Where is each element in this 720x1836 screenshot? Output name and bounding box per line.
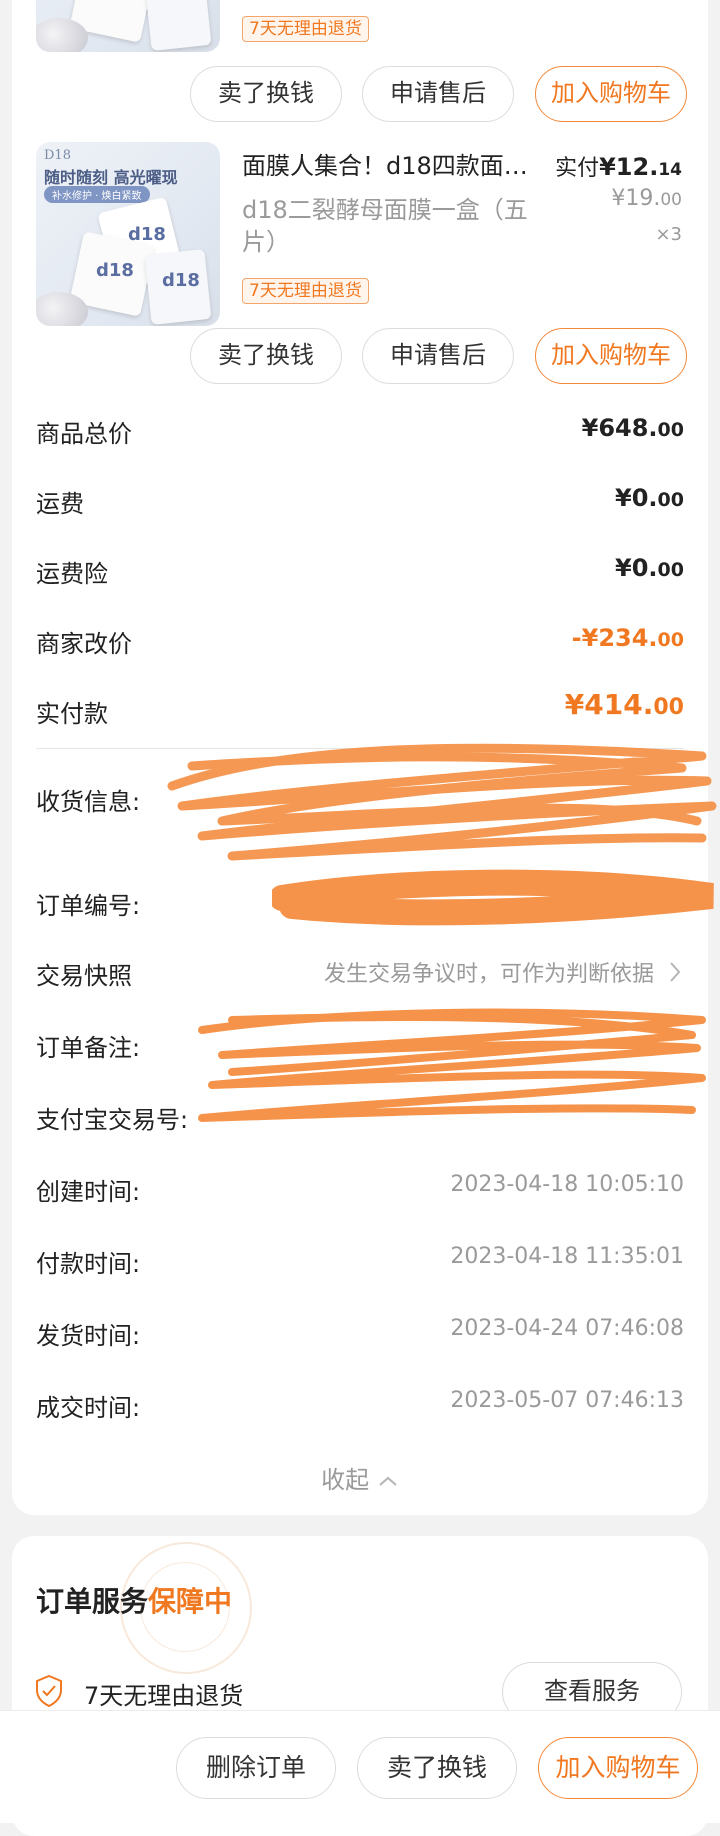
paid-time-value: 2023-04-18 11:35:01	[450, 1244, 684, 1269]
product-spec: d18二裂酵母面膜一盒（五片）	[242, 196, 528, 256]
order-detail-card: 7天无理由退货 卖了换钱 申请售后 加入购物车 D18 随时随刻 高光曜现 补水…	[12, 0, 717, 1515]
after-sales-button[interactable]: 申请售后	[362, 66, 514, 122]
goods-total-label: 商品总价	[36, 420, 132, 448]
goods-total-value: ¥648.00	[581, 414, 684, 442]
divider	[36, 748, 684, 749]
return-policy-tag: 7天无理由退货	[242, 278, 369, 304]
paid-time-label: 付款时间:	[36, 1250, 141, 1278]
add-to-cart-button[interactable]: 加入购物车	[535, 328, 687, 384]
shield-check-icon	[34, 1674, 64, 1708]
merchant-adjust-label: 商家改价	[36, 630, 132, 658]
product-title[interactable]: 面膜人集合！d18四款面…	[242, 146, 562, 181]
alipay-trade-no-label: 支付宝交易号:	[36, 1106, 189, 1134]
chevron-right-icon[interactable]	[668, 960, 682, 984]
paid-amount-label: 实付款	[36, 700, 108, 728]
redaction-scribble	[198, 1008, 706, 1122]
add-to-cart-button[interactable]: 加入购物车	[538, 1737, 698, 1799]
return-policy-tag: 7天无理由退货	[242, 16, 369, 42]
collapse-toggle[interactable]: 收起	[12, 1460, 708, 1495]
shipping-insurance-value: ¥0.00	[615, 554, 684, 582]
order-number-label: 订单编号:	[36, 892, 141, 920]
shipping-value: ¥0.00	[615, 484, 684, 512]
sell-button[interactable]: 卖了换钱	[357, 1737, 517, 1799]
after-sales-button[interactable]: 申请售后	[362, 328, 514, 384]
paid-price: 实付¥12.14	[555, 153, 682, 181]
delete-order-button[interactable]: 删除订单	[176, 1737, 336, 1799]
shipped-time-label: 发货时间:	[36, 1322, 141, 1350]
service-item-label: 7天无理由退货	[84, 1682, 244, 1710]
product-image[interactable]	[36, 0, 220, 52]
redaction-scribble	[272, 869, 714, 926]
sell-button[interactable]: 卖了换钱	[190, 66, 342, 122]
shipping-label: 运费	[36, 490, 84, 518]
receiver-info-label: 收货信息:	[36, 788, 141, 816]
bottom-action-bar: 删除订单 卖了换钱 加入购物车	[0, 1710, 720, 1823]
chevron-up-icon	[379, 1476, 397, 1486]
created-time-value: 2023-04-18 10:05:10	[450, 1172, 684, 1197]
created-time-label: 创建时间:	[36, 1178, 141, 1206]
add-to-cart-button[interactable]: 加入购物车	[535, 66, 687, 122]
merchant-adjust-value: -¥234.00	[571, 624, 684, 652]
snapshot-label: 交易快照	[36, 962, 132, 990]
snapshot-hint[interactable]: 发生交易争议时，可作为判断依据	[324, 956, 654, 988]
paid-amount-value: ¥414.00	[564, 688, 684, 721]
sell-button[interactable]: 卖了换钱	[190, 328, 342, 384]
shipping-insurance-label: 运费险	[36, 560, 108, 588]
deal-time-value: 2023-05-07 07:46:13	[450, 1388, 684, 1413]
order-remark-label: 订单备注:	[36, 1034, 141, 1062]
deal-time-label: 成交时间:	[36, 1394, 141, 1422]
shipped-time-value: 2023-04-24 07:46:08	[450, 1316, 684, 1341]
service-title: 订单服务保障中	[36, 1585, 233, 1618]
original-price: ¥19.00	[611, 186, 682, 211]
product-image[interactable]: D18 随时随刻 高光曜现 补水修护 · 焕白紧致 d18 d18 d18	[36, 142, 220, 326]
quantity: ×3	[655, 224, 682, 245]
